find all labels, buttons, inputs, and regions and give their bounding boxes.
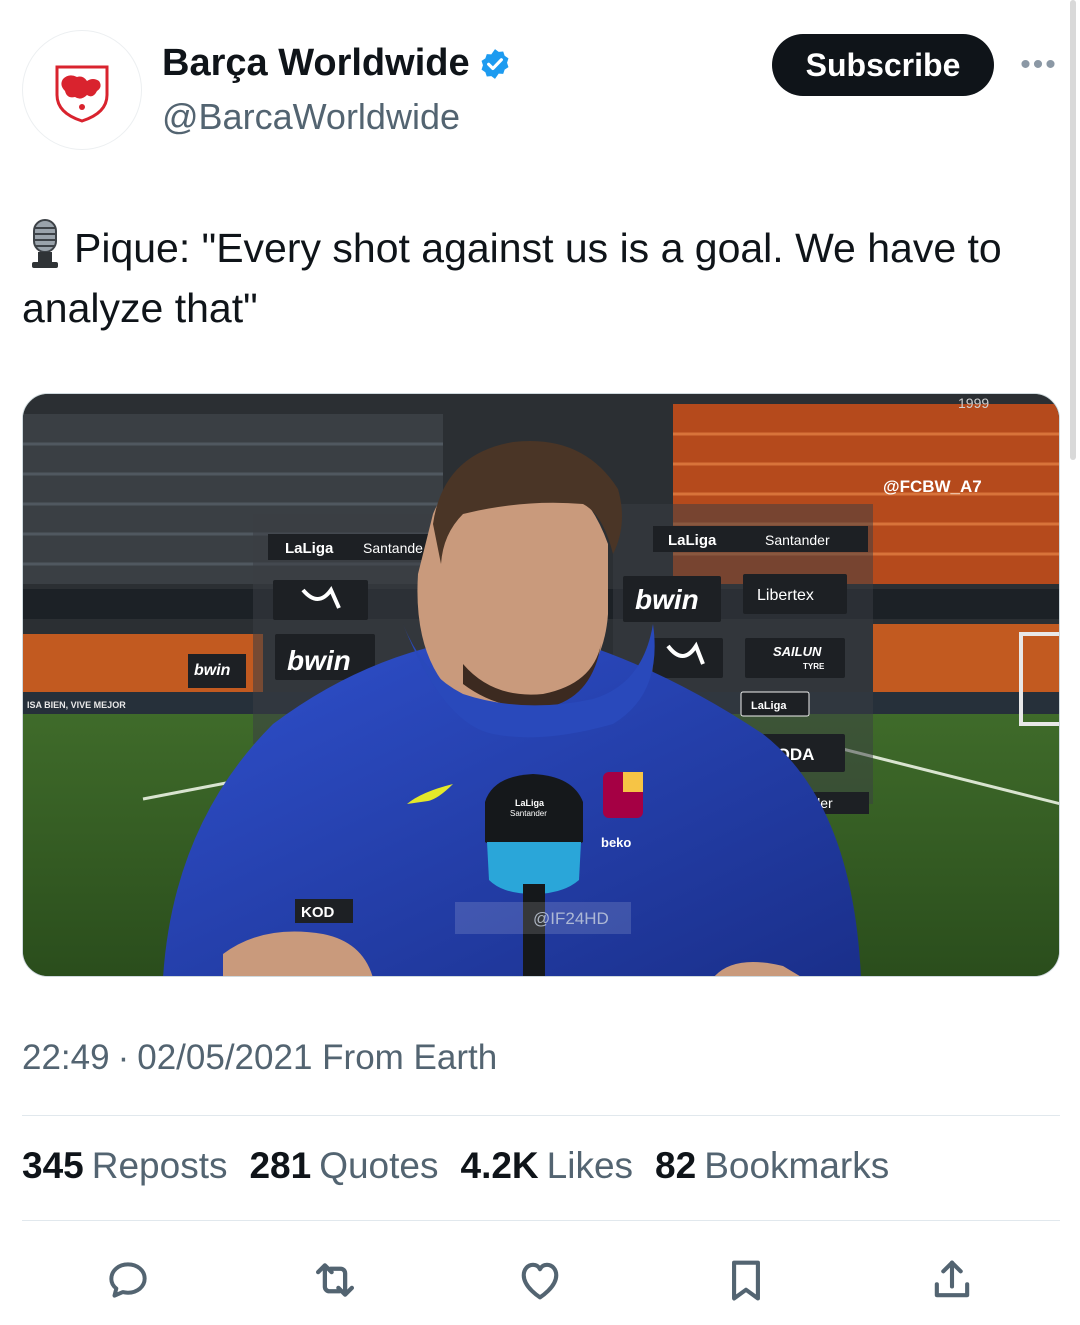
tweet-media-image[interactable]: ISA BIEN, VIVE MEJOR 1999 LaLiga Santand… (22, 393, 1060, 977)
mic-text-1: LaLiga (515, 798, 545, 808)
stat-count: 281 (249, 1145, 312, 1186)
bwin-board-1: bwin (287, 645, 351, 676)
sailun-board: SAILUN (773, 644, 822, 659)
verified-badge-icon (481, 48, 509, 79)
like-icon[interactable] (510, 1250, 570, 1310)
bookmark-icon[interactable] (716, 1250, 776, 1310)
stat-label: Reposts (91, 1145, 228, 1186)
year-text: 1999 (958, 395, 989, 411)
stat-count: 345 (22, 1145, 84, 1186)
stat-label: Quotes (319, 1145, 439, 1186)
handle[interactable]: @BarcaWorldwide (162, 96, 460, 138)
laliga-board-1: LaLiga (285, 540, 334, 557)
watermark-top: @FCBW_A7 (883, 477, 982, 496)
tweet-text: Pique: "Every shot against us is a goal.… (22, 218, 1052, 338)
divider (22, 1220, 1060, 1221)
libertex-board: Libertex (757, 587, 814, 604)
tweet-body: Pique: "Every shot against us is a goal.… (22, 225, 1002, 331)
bwin-board-2: bwin (635, 584, 699, 615)
tweet-source: From Earth (322, 1038, 498, 1077)
tweet-stats: 345 Reposts 281 Quotes 4.2K Likes 82 Bookmar… (22, 1145, 889, 1187)
stat-likes[interactable]: 4.2K Likes (461, 1145, 634, 1187)
tweet-header: Barça Worldwide @BarcaWorldwide Subscrib… (0, 0, 1080, 170)
subscribe-button[interactable]: Subscribe (772, 34, 994, 96)
crest-logo-icon (55, 65, 109, 123)
tweet-date[interactable]: 02/05/2021 (137, 1038, 312, 1077)
share-icon[interactable] (922, 1250, 982, 1310)
bwin-small-board: bwin (194, 662, 231, 679)
stat-label: Likes (546, 1145, 634, 1186)
scrollbar[interactable] (1070, 0, 1076, 460)
mic-text-2: Santander (510, 809, 547, 818)
more-options-icon[interactable]: ••• (1014, 48, 1064, 81)
display-name-text: Barça Worldwide (162, 42, 470, 84)
display-name[interactable]: Barça Worldwide (162, 42, 512, 85)
microphone-icon (32, 219, 58, 268)
interview-photo: ISA BIEN, VIVE MEJOR 1999 LaLiga Santand… (23, 394, 1059, 976)
stat-quotes[interactable]: 281 Quotes (249, 1145, 438, 1187)
tweet-meta: 22:49 · 02/05/2021 From Earth (22, 1038, 497, 1078)
beko-logo: beko (601, 835, 631, 850)
avatar[interactable] (22, 30, 142, 150)
laliga-board-2: LaLiga (668, 532, 717, 549)
kod-board: KOD (301, 904, 335, 921)
tweet-time[interactable]: 22:49 (22, 1038, 110, 1077)
stat-count: 82 (655, 1145, 697, 1186)
stat-count: 4.2K (460, 1145, 539, 1186)
action-bar (0, 1240, 1080, 1320)
stat-label: Bookmarks (704, 1145, 890, 1186)
laliga-small-board: LaLiga (751, 700, 787, 712)
stat-reposts[interactable]: 345 Reposts (22, 1145, 227, 1187)
stat-bookmarks[interactable]: 82 Bookmarks (655, 1145, 889, 1187)
ad-strip-text: ISA BIEN, VIVE MEJOR (27, 700, 126, 710)
meta-separator: · (117, 1038, 130, 1077)
santander-board-1: Santande (363, 540, 423, 556)
repost-icon[interactable] (305, 1250, 365, 1310)
watermark-bottom: @IF24HD (533, 909, 609, 928)
divider (22, 1115, 1060, 1116)
santander-board-2: Santander (765, 532, 830, 548)
reply-icon[interactable] (98, 1250, 158, 1310)
sailun-sub: TYRE (803, 662, 825, 671)
